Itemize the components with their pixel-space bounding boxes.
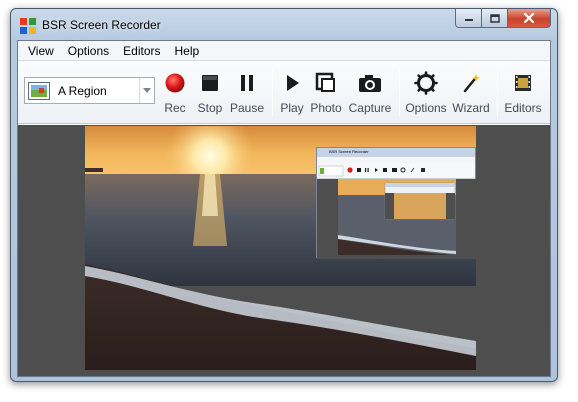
editors-label: Editors — [504, 101, 542, 115]
window-title: BSR Screen Recorder — [42, 18, 161, 32]
gear-icon — [413, 70, 439, 96]
region-dropdown[interactable]: A Region — [24, 77, 155, 104]
minimize-button[interactable] — [455, 9, 482, 28]
photo-label: Photo — [310, 101, 342, 115]
record-icon — [162, 70, 188, 96]
capture-preview: BSR Screen Recorder View Options Editors… — [85, 126, 476, 370]
pause-button[interactable]: Pause — [229, 68, 265, 120]
mini-window-thumbnail: BSR Screen Recorder View Options Editors… — [316, 147, 476, 259]
maximize-button[interactable] — [482, 9, 508, 28]
toolbar-separator — [399, 70, 400, 116]
pause-label: Pause — [229, 101, 265, 115]
mini-title-bar: BSR Screen Recorder — [317, 148, 475, 157]
capture-button[interactable]: Capture — [348, 68, 392, 120]
wand-icon — [458, 70, 484, 96]
maximize-icon — [489, 13, 500, 23]
close-button[interactable] — [508, 9, 551, 28]
app-logo-icon — [20, 18, 36, 34]
mini-preview — [317, 179, 476, 259]
toolbar-separator — [272, 70, 273, 116]
menu-editors[interactable]: Editors — [116, 41, 167, 61]
toolbar-separator — [497, 70, 498, 116]
play-label: Play — [280, 101, 304, 115]
region-selected-value: A Region — [58, 83, 107, 98]
region-icon — [28, 81, 50, 100]
minimize-icon — [464, 19, 473, 21]
title-bar[interactable]: BSR Screen Recorder — [11, 9, 557, 39]
wizard-button[interactable]: Wizard — [451, 68, 491, 120]
preview-area: BSR Screen Recorder View Options Editors… — [18, 125, 550, 376]
options-button[interactable]: Options — [404, 68, 448, 120]
client-area: View Options Editors Help A Region Rec S… — [17, 40, 551, 377]
mini-window-title: BSR Screen Recorder — [329, 149, 369, 154]
pause-icon — [234, 70, 260, 96]
photo-icon — [313, 70, 339, 96]
play-button[interactable]: Play — [279, 68, 305, 120]
rec-label: Rec — [164, 101, 186, 115]
camera-icon — [357, 70, 383, 96]
menu-view[interactable]: View — [21, 41, 61, 61]
app-window: BSR Screen Recorder View Options Editors… — [10, 8, 558, 382]
play-icon — [279, 70, 305, 96]
film-icon — [510, 70, 536, 96]
menu-bar: View Options Editors Help — [18, 41, 550, 61]
close-icon — [523, 13, 535, 23]
stop-icon — [197, 70, 223, 96]
caption-buttons — [455, 9, 551, 28]
options-label: Options — [405, 101, 447, 115]
wizard-label: Wizard — [452, 101, 490, 115]
capture-label: Capture — [348, 101, 392, 115]
menu-options[interactable]: Options — [61, 41, 116, 61]
toolbar: A Region Rec Stop Pause Play Photo Captu… — [18, 62, 550, 124]
mini-toolbar — [317, 163, 475, 179]
menu-help[interactable]: Help — [168, 41, 207, 61]
chevron-down-icon[interactable] — [139, 78, 154, 103]
stop-label: Stop — [197, 101, 223, 115]
editors-button[interactable]: Editors — [503, 68, 543, 120]
stop-button[interactable]: Stop — [195, 68, 225, 120]
photo-button[interactable]: Photo — [310, 68, 342, 120]
rec-button[interactable]: Rec — [163, 68, 187, 120]
